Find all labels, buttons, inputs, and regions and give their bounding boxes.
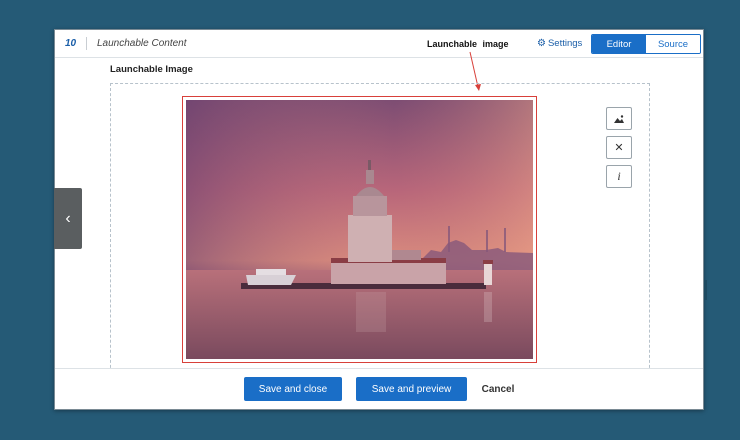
collapse-panel-button[interactable]: ‹ [54, 188, 82, 249]
tab-editor[interactable]: Editor [592, 35, 646, 53]
cancel-button[interactable]: Cancel [475, 377, 521, 401]
dialog: 10 Launchable Content Launchable image ⚙… [54, 29, 704, 410]
image-properties-button[interactable] [606, 107, 632, 130]
close-icon: ✕ [614, 142, 624, 154]
image-info-button[interactable]: i [606, 165, 632, 188]
info-icon: i [617, 169, 621, 183]
dialog-footer: Save and close Save and preview Cancel [55, 368, 703, 409]
item-title: Launchable Content [97, 38, 187, 49]
settings-link[interactable]: ⚙ Settings [537, 38, 582, 49]
remove-image-button[interactable]: ✕ [606, 136, 632, 159]
image-icon [614, 114, 624, 123]
save-and-close-button[interactable]: Save and close [244, 377, 342, 401]
gear-icon: ⚙ [537, 38, 546, 49]
save-and-preview-button[interactable]: Save and preview [356, 377, 467, 401]
dialog-header: 10 Launchable Content Launchable image ⚙… [55, 30, 703, 58]
section-label: Launchable Image [110, 64, 193, 75]
settings-label: Settings [547, 38, 583, 49]
item-number: 10 [65, 38, 77, 49]
tab-source[interactable]: Source [646, 35, 700, 53]
lighthouse-photo [186, 100, 533, 359]
background-panel-edge [704, 280, 707, 300]
header-divider [86, 37, 87, 50]
mode-toggle: Editor Source [591, 34, 701, 54]
image-frame[interactable] [182, 96, 537, 363]
annotation-label: Launchable image [427, 39, 509, 49]
chevron-left-icon: ‹ [65, 209, 71, 227]
